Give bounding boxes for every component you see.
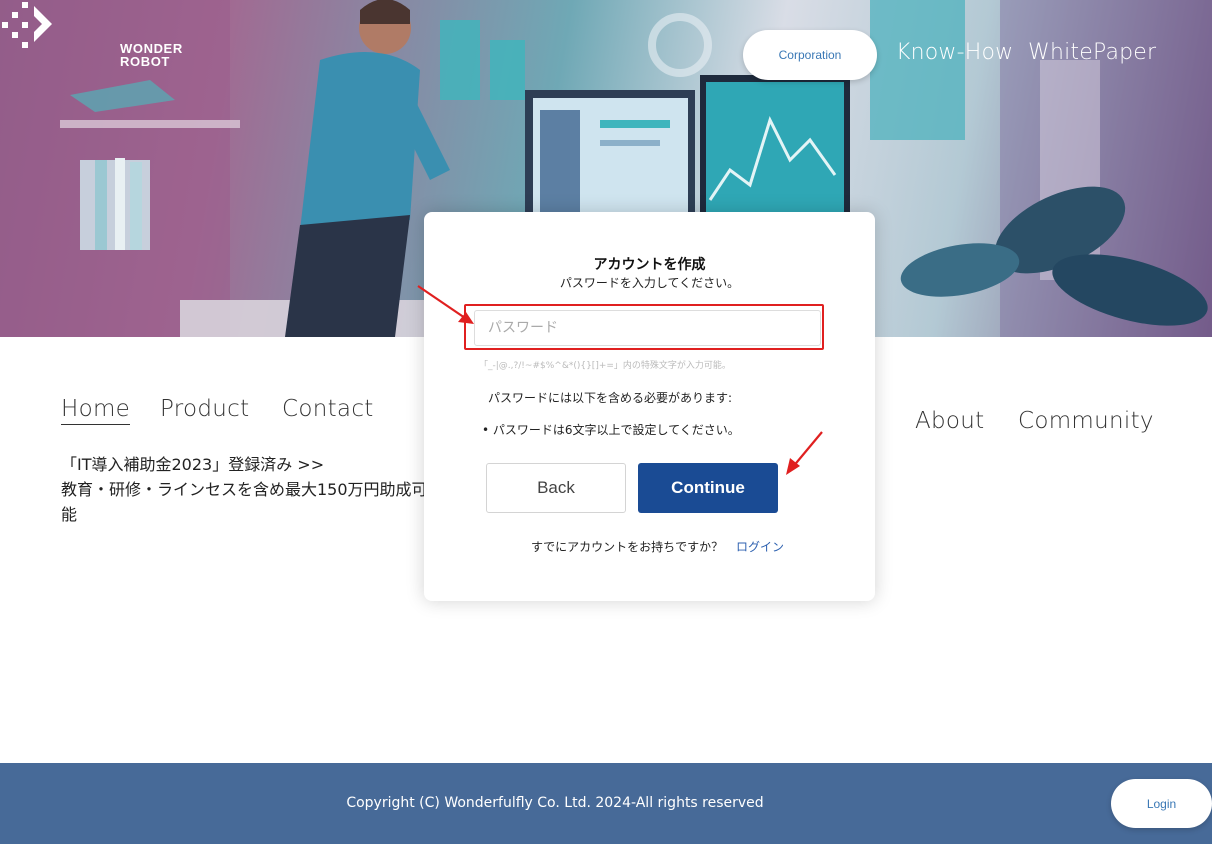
logo-wordmark: WONDER ROBOT (120, 41, 183, 69)
nav-link-about[interactable]: About (915, 408, 985, 434)
create-account-dialog: アカウントを作成 パスワードを入力してください。 「_-|@.,?/!~#$%^… (424, 212, 875, 601)
dialog-subtitle: パスワードを入力してください。 (559, 276, 740, 290)
promo-line-2: 教育・研修・ラインセスを含め最大150万円助成可能 (61, 480, 428, 524)
password-input[interactable] (474, 310, 821, 346)
continue-button[interactable]: Continue (638, 463, 778, 513)
existing-account-text: すでにアカウントをお持ちですか？ (531, 540, 724, 554)
subsidy-promo[interactable]: 「IT導入補助金2023」登録済み >> 教育・研修・ラインセスを含め最大150… (61, 452, 431, 527)
nav-link-whitepaper[interactable]: WhitePaper (1028, 40, 1156, 65)
requirement-min-length: • パスワードは6文字以上で設定してください。 (482, 423, 740, 437)
dialog-title: アカウントを作成 (593, 257, 706, 273)
special-chars-hint: 「_-|@.,?/!~#$%^&*(){}[]+=」内の特殊文字が入力可能。 (479, 361, 731, 371)
nav-link-contact[interactable]: Contact (282, 396, 374, 422)
nav-link-product[interactable]: Product (160, 396, 249, 422)
copyright-text: Copyright (C) Wonderfulfly Co. Ltd. 2024… (346, 795, 764, 811)
corporation-button[interactable]: Corporation (743, 30, 877, 80)
nav-link-community[interactable]: Community (1018, 408, 1154, 434)
site-footer: Copyright (C) Wonderfulfly Co. Ltd. 2024… (0, 763, 1212, 844)
login-link[interactable]: ログイン (736, 538, 784, 555)
promo-line-1[interactable]: 「IT導入補助金2023」登録済み >> (61, 452, 431, 477)
wonder-robot-logo[interactable] (0, 0, 130, 52)
back-button[interactable]: Back (486, 463, 626, 513)
nav-link-home[interactable]: Home (61, 396, 131, 425)
footer-login-button[interactable]: Login (1111, 779, 1212, 828)
nav-link-knowhow[interactable]: Know-How (896, 40, 1013, 65)
requirements-heading: パスワードには以下を含める必要があります: (488, 391, 733, 405)
